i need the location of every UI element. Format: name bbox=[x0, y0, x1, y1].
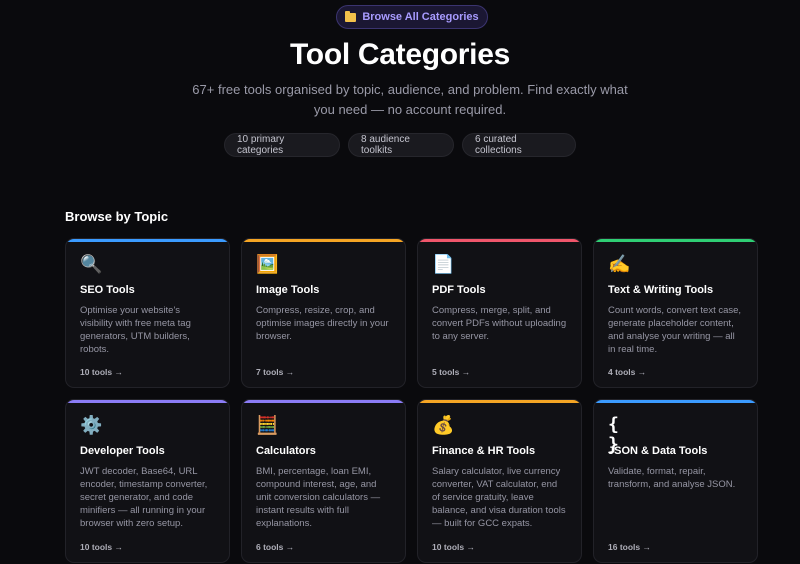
category-grid: 🔍 SEO Tools Optimise your website's visi… bbox=[65, 238, 758, 563]
folder-icon bbox=[345, 10, 357, 22]
browse-all-categories-button[interactable]: Browse All Categories bbox=[336, 5, 488, 29]
card-title: JSON & Data Tools bbox=[608, 445, 708, 457]
card-accent bbox=[242, 400, 405, 403]
card-title: Finance & HR Tools bbox=[432, 445, 536, 457]
category-card-finance-hr[interactable]: 💰 Finance & HR Tools Salary calculator, … bbox=[417, 399, 582, 563]
stat-badge-toolkits: 8 audience toolkits bbox=[348, 133, 454, 157]
card-title: Image Tools bbox=[256, 284, 320, 296]
card-accent bbox=[418, 400, 581, 403]
page-subtitle: 67+ free tools organised by topic, audie… bbox=[192, 82, 628, 117]
category-card-json-data[interactable]: { } JSON & Data Tools Validate, format, … bbox=[593, 399, 758, 563]
category-card-pdf[interactable]: 📄 PDF Tools Compress, merge, split, and … bbox=[417, 238, 582, 388]
category-card-developer[interactable]: ⚙️ Developer Tools JWT decoder, Base64, … bbox=[65, 399, 230, 563]
card-description: Compress, resize, crop, and optimise ima… bbox=[256, 305, 389, 342]
writing-hand-icon: ✍️ bbox=[608, 254, 631, 274]
browse-all-label: Browse All Categories bbox=[362, 11, 479, 23]
card-accent bbox=[66, 400, 229, 403]
card-description: Validate, format, repair, transform, and… bbox=[608, 466, 736, 490]
document-icon: 📄 bbox=[432, 254, 455, 274]
category-card-seo[interactable]: 🔍 SEO Tools Optimise your website's visi… bbox=[65, 238, 230, 388]
braces-icon: { } bbox=[608, 414, 619, 455]
card-tool-count-link[interactable]: 6 tools → bbox=[256, 542, 294, 552]
card-title: SEO Tools bbox=[80, 284, 135, 296]
stat-badge-categories: 10 primary categories bbox=[224, 133, 340, 157]
stat-badge-collections: 6 curated collections bbox=[462, 133, 576, 157]
category-card-text-writing[interactable]: ✍️ Text & Writing Tools Count words, con… bbox=[593, 238, 758, 388]
card-tool-count-link[interactable]: 4 tools → bbox=[608, 367, 646, 377]
gear-icon: ⚙️ bbox=[80, 415, 103, 435]
page-title: Tool Categories bbox=[290, 38, 510, 71]
section-title: Browse by Topic bbox=[65, 209, 169, 224]
category-card-image[interactable]: 🖼️ Image Tools Compress, resize, crop, a… bbox=[241, 238, 406, 388]
card-tool-count-link[interactable]: 10 tools → bbox=[80, 542, 123, 552]
card-accent bbox=[418, 239, 581, 242]
money-bag-icon: 💰 bbox=[432, 415, 455, 435]
card-tool-count-link[interactable]: 10 tools → bbox=[80, 367, 123, 377]
card-description: Salary calculator, live currency convert… bbox=[432, 466, 566, 529]
card-title: Calculators bbox=[256, 445, 316, 457]
card-title: Developer Tools bbox=[80, 445, 165, 457]
card-title: PDF Tools bbox=[432, 284, 486, 296]
card-title: Text & Writing Tools bbox=[608, 284, 714, 296]
card-tool-count-link[interactable]: 10 tools → bbox=[432, 542, 475, 552]
card-accent bbox=[594, 400, 757, 403]
card-tool-count-link[interactable]: 5 tools → bbox=[432, 367, 470, 377]
card-accent bbox=[242, 239, 405, 242]
magnifier-icon: 🔍 bbox=[80, 254, 103, 274]
card-description: Count words, convert text case, generate… bbox=[608, 305, 742, 355]
card-description: JWT decoder, Base64, URL encoder, timest… bbox=[80, 466, 208, 529]
card-tool-count-link[interactable]: 16 tools → bbox=[608, 542, 651, 552]
card-description: Optimise your website's visibility with … bbox=[80, 305, 191, 355]
card-tool-count-link[interactable]: 7 tools → bbox=[256, 367, 294, 377]
stats-row: 10 primary categories 8 audience toolkit… bbox=[0, 133, 800, 157]
page: Browse All Categories Tool Categories 67… bbox=[0, 0, 800, 564]
picture-icon: 🖼️ bbox=[256, 254, 279, 274]
card-description: Compress, merge, split, and convert PDFs… bbox=[432, 305, 567, 342]
abacus-icon: 🧮 bbox=[256, 415, 279, 435]
category-card-calculators[interactable]: 🧮 Calculators BMI, percentage, loan EMI,… bbox=[241, 399, 406, 563]
card-accent bbox=[594, 239, 757, 242]
card-description: BMI, percentage, loan EMI, compound inte… bbox=[256, 466, 381, 529]
card-accent bbox=[66, 239, 229, 242]
